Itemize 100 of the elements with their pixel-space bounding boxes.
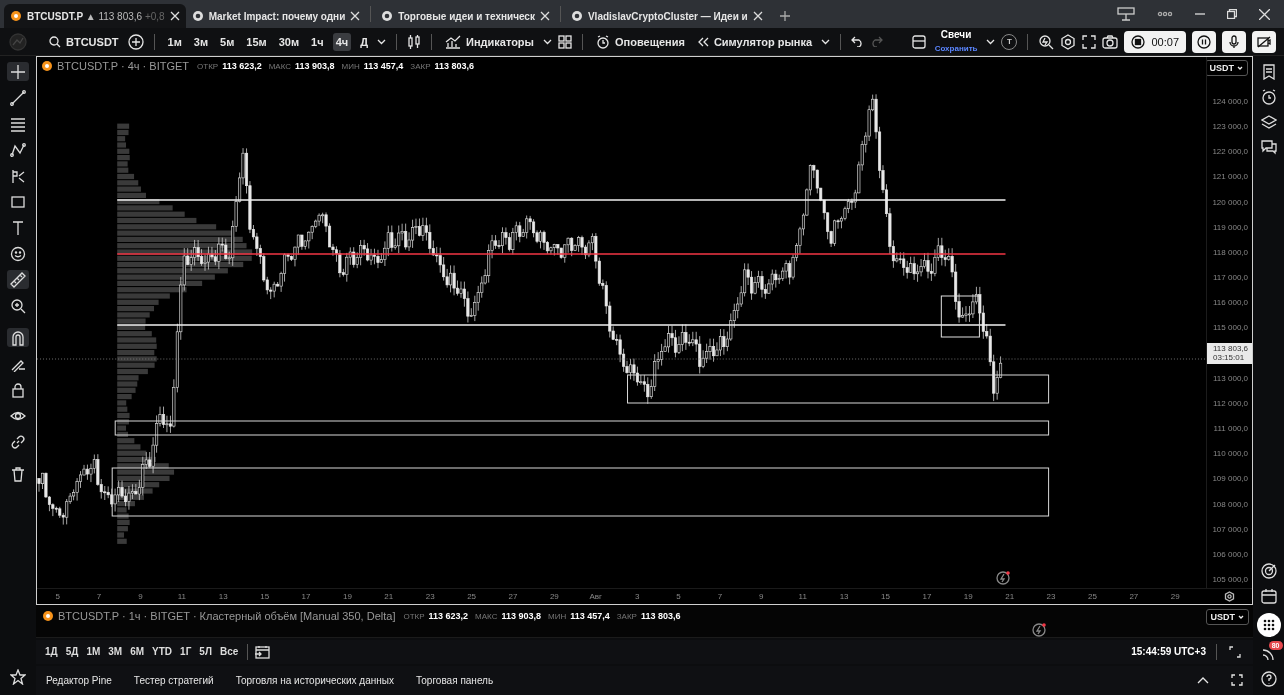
chat-icon[interactable] — [1260, 139, 1277, 155]
pause-button[interactable] — [1192, 30, 1216, 53]
range-button[interactable]: 5Л — [196, 644, 215, 660]
maximize-icon[interactable] — [1231, 674, 1243, 687]
lightning-icon[interactable] — [1031, 623, 1046, 637]
ohlc-value: 113 457,4 — [570, 611, 610, 621]
fib-levels-icon[interactable] — [10, 115, 26, 132]
watchlist-icon[interactable] — [1260, 64, 1277, 80]
range-button[interactable]: YTD — [149, 644, 176, 660]
range-button[interactable]: 5Д — [62, 644, 82, 660]
indicators-button[interactable]: Индикаторы — [442, 31, 537, 52]
forecast-icon[interactable] — [10, 167, 26, 184]
link-icon[interactable] — [10, 433, 26, 450]
restore-icon[interactable] — [1227, 9, 1237, 19]
symbol-search-button[interactable]: BTCUSDT — [46, 32, 122, 51]
magnet-icon[interactable] — [10, 329, 26, 346]
interval-button[interactable]: 1ч — [308, 32, 327, 51]
new-tab-icon[interactable] — [778, 10, 791, 22]
chart-type-button[interactable]: Свечи Сохранить — [931, 27, 981, 56]
interval-button[interactable]: 1м — [164, 32, 185, 51]
help-icon[interactable] — [1260, 671, 1277, 687]
alarm-clock-icon[interactable] — [1260, 89, 1277, 105]
fullscreen-icon[interactable] — [1229, 645, 1241, 658]
panel-tab[interactable]: Торговая панель — [416, 674, 494, 686]
camera-icon[interactable] — [1102, 34, 1119, 49]
signal-icon[interactable] — [1260, 646, 1277, 662]
calendar-icon[interactable] — [1260, 588, 1277, 604]
interval-button[interactable]: 30м — [275, 32, 303, 51]
currency-dropdown[interactable]: USDT — [1205, 609, 1249, 625]
lightning-icon[interactable] — [996, 571, 1010, 585]
candles-icon[interactable] — [407, 33, 421, 50]
ruler-icon[interactable] — [10, 271, 26, 288]
chevron-down-icon[interactable] — [543, 38, 552, 45]
zoom-in-icon[interactable] — [10, 297, 26, 314]
settings-icon[interactable] — [1223, 591, 1235, 602]
chevron-down-icon[interactable] — [377, 38, 386, 45]
layers-icon[interactable] — [1260, 114, 1277, 130]
camera-off-button[interactable] — [1252, 30, 1276, 53]
browser-tab[interactable]: Торговые идеи и техническ — [375, 4, 556, 28]
range-button[interactable]: 3М — [105, 644, 126, 660]
record-button[interactable]: 00:07 — [1124, 30, 1186, 53]
time-tick: 23 — [1045, 591, 1057, 603]
templates-icon[interactable] — [558, 34, 572, 49]
apps-grid-icon[interactable] — [1262, 619, 1275, 631]
browser-tab[interactable]: Market Impact: почему одни — [185, 4, 367, 28]
interval-button[interactable]: 5м — [217, 32, 238, 51]
chevron-down-icon — [1238, 615, 1244, 619]
calendar-goto-icon[interactable] — [254, 644, 271, 659]
ohlc-value: 113 803,6 — [640, 611, 681, 621]
quick-search-icon[interactable] — [1038, 33, 1055, 50]
range-button[interactable]: Все — [216, 644, 242, 660]
trend-line-icon[interactable] — [10, 89, 26, 106]
caret-up-icon[interactable] — [1197, 676, 1209, 684]
crosshair-icon[interactable] — [10, 63, 26, 80]
price-tick: 106 000,0 — [1212, 548, 1248, 561]
close-icon[interactable] — [539, 11, 550, 21]
add-symbol-icon[interactable] — [127, 33, 144, 50]
panel-tab[interactable]: Редактор Pine — [46, 674, 112, 686]
alerts-button[interactable]: Оповещения — [593, 31, 688, 52]
interval-button[interactable]: 3м — [190, 32, 212, 51]
interval-button[interactable]: 15м — [243, 32, 270, 51]
redo-icon[interactable] — [870, 36, 884, 47]
panel-tab[interactable]: Тестер стратегий — [133, 674, 214, 686]
target-icon[interactable] — [1260, 563, 1277, 579]
browser-tab[interactable]: BTCUSDT.P ▲ 113 803,6 +0,8 — [4, 4, 186, 28]
interval-button[interactable]: 4ч — [332, 32, 352, 51]
text-tool-icon[interactable] — [10, 219, 26, 236]
time-tick: 13 — [838, 591, 850, 603]
price-tick: 105 000,0 — [1212, 573, 1248, 586]
coin-icon — [42, 610, 54, 622]
range-button[interactable]: 1Г — [177, 644, 195, 660]
layout-icon[interactable] — [911, 34, 926, 49]
microphone-button[interactable] — [1222, 30, 1246, 53]
pattern-icon[interactable] — [10, 141, 26, 158]
lock-icon[interactable] — [10, 381, 26, 398]
clock-time[interactable]: 15:44:59 UTC+3 — [1131, 646, 1206, 658]
browser-tab[interactable]: VladislavCryptoCluster — Идеи и — [564, 4, 769, 28]
interval-button[interactable]: Д — [357, 32, 371, 51]
rectangle-tool-icon[interactable] — [10, 193, 26, 210]
close-icon[interactable] — [350, 11, 361, 21]
replay-button[interactable]: Симулятор рынка — [693, 32, 816, 51]
range-button[interactable]: 1М — [83, 644, 104, 660]
price-tick: 120 000,0 — [1212, 196, 1248, 209]
star-icon[interactable] — [10, 669, 26, 685]
range-button[interactable]: 1Д — [42, 644, 61, 660]
close-icon[interactable] — [752, 11, 763, 21]
chevron-down-icon[interactable] — [986, 38, 996, 45]
undo-icon[interactable] — [851, 36, 865, 47]
panel-tab[interactable]: Торговля на исторических данных — [235, 674, 394, 686]
range-button[interactable]: 6М — [127, 644, 148, 660]
more-icon[interactable] — [1157, 11, 1173, 17]
ohlc-value: 113 903,8 — [501, 611, 541, 621]
fullscreen-icon[interactable] — [1082, 34, 1097, 49]
trash-icon[interactable] — [10, 465, 26, 482]
chevron-down-icon[interactable] — [821, 38, 831, 45]
close-icon[interactable] — [1259, 8, 1270, 20]
emoji-icon[interactable] — [10, 245, 26, 262]
monitor-icon[interactable] — [1117, 7, 1135, 21]
currency-dropdown[interactable]: USDT — [1207, 60, 1248, 76]
close-icon[interactable] — [169, 11, 180, 21]
